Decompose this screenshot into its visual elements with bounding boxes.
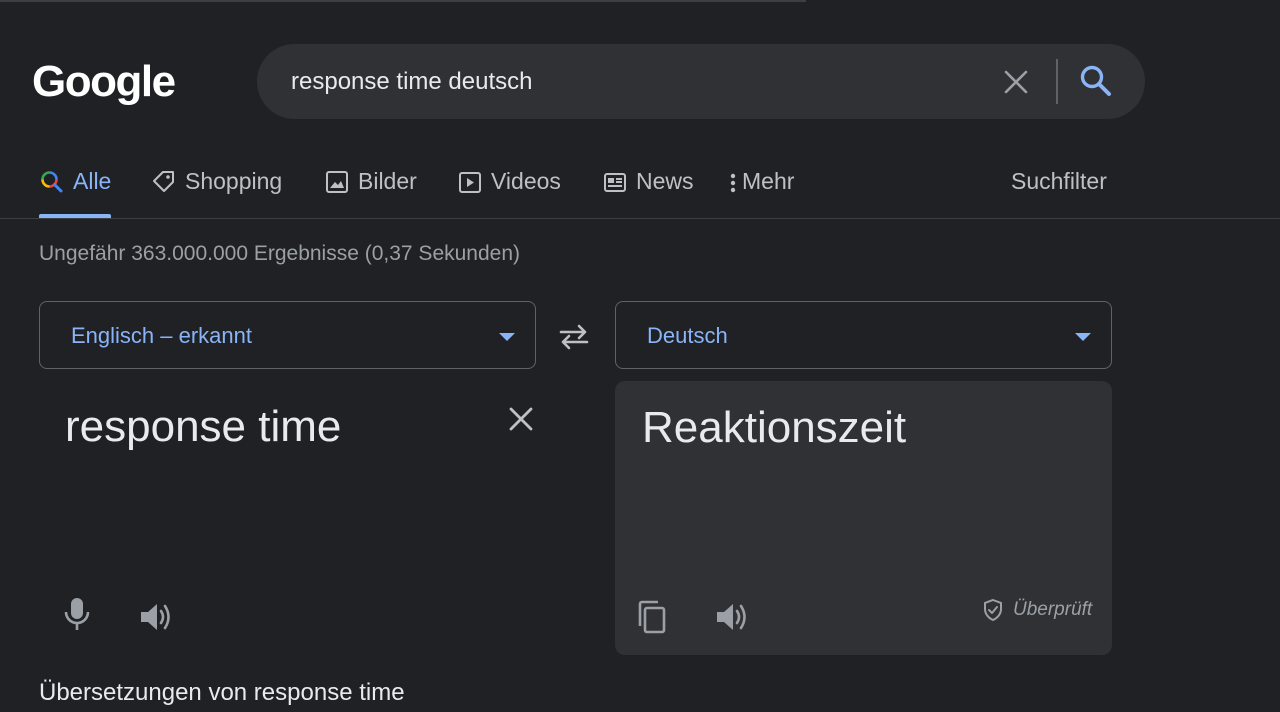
tools-label: Suchfilter bbox=[1011, 168, 1107, 194]
tab-shopping[interactable]: Shopping bbox=[151, 160, 282, 220]
clear-source-icon[interactable] bbox=[504, 402, 538, 436]
search-box[interactable]: response time deutsch bbox=[257, 44, 1145, 119]
speaker-icon[interactable] bbox=[138, 600, 174, 634]
tools-button[interactable]: Suchfilter bbox=[1011, 160, 1107, 220]
play-icon bbox=[459, 172, 481, 193]
shield-check-icon bbox=[984, 598, 1002, 622]
search-tabs: Alle Shopping Bilder Videos News Mehr Su… bbox=[0, 160, 1280, 220]
tab-news[interactable]: News bbox=[602, 160, 694, 220]
tab-label: Alle bbox=[73, 168, 112, 194]
tab-mehr[interactable]: Mehr bbox=[726, 160, 794, 220]
google-search-page: Google response time deutsch Alle Shoppi… bbox=[0, 0, 1280, 712]
verified-label: Überprüft bbox=[1013, 599, 1093, 620]
target-language-select[interactable]: Deutsch bbox=[615, 301, 1112, 369]
top-progress-line bbox=[0, 0, 806, 2]
copy-icon[interactable] bbox=[635, 599, 669, 635]
swap-languages-icon[interactable] bbox=[555, 318, 593, 356]
clear-search-icon[interactable] bbox=[1000, 66, 1032, 98]
image-icon bbox=[326, 171, 348, 193]
microphone-icon[interactable] bbox=[61, 595, 93, 633]
search-icon[interactable] bbox=[1077, 62, 1115, 100]
google-logo[interactable]: Google bbox=[32, 56, 176, 108]
source-language-label: Englisch – erkannt bbox=[71, 323, 252, 348]
search-multicolor-icon bbox=[41, 171, 63, 193]
result-stats: Ungefähr 363.000.000 Ergebnisse (0,37 Se… bbox=[39, 242, 521, 265]
source-text-input[interactable]: response time bbox=[65, 402, 341, 452]
tab-label: Videos bbox=[491, 168, 561, 194]
translation-output-box: Reaktionszeit Überprüft bbox=[615, 381, 1112, 655]
search-divider bbox=[1056, 59, 1058, 104]
tab-videos[interactable]: Videos bbox=[457, 160, 561, 220]
verified-badge[interactable]: Überprüft bbox=[981, 598, 1092, 622]
chevron-down-icon bbox=[499, 333, 515, 341]
tab-label: Shopping bbox=[185, 168, 283, 194]
tag-icon bbox=[153, 171, 174, 192]
search-input[interactable]: response time deutsch bbox=[291, 68, 532, 96]
tab-bilder[interactable]: Bilder bbox=[324, 160, 417, 220]
speaker-icon[interactable] bbox=[714, 600, 750, 634]
translations-heading: Übersetzungen von response time bbox=[39, 679, 405, 706]
tab-label: Mehr bbox=[742, 168, 795, 194]
tab-alle[interactable]: Alle bbox=[39, 160, 111, 220]
tabs-divider bbox=[0, 218, 1280, 219]
chevron-down-icon bbox=[1075, 333, 1091, 341]
translation-output-text: Reaktionszeit bbox=[642, 403, 907, 452]
tab-label: Bilder bbox=[358, 168, 417, 194]
more-vert-icon bbox=[730, 173, 736, 193]
target-language-label: Deutsch bbox=[647, 323, 728, 348]
source-language-select[interactable]: Englisch – erkannt bbox=[39, 301, 536, 369]
newspaper-icon bbox=[604, 173, 626, 192]
tab-label: News bbox=[636, 168, 694, 194]
